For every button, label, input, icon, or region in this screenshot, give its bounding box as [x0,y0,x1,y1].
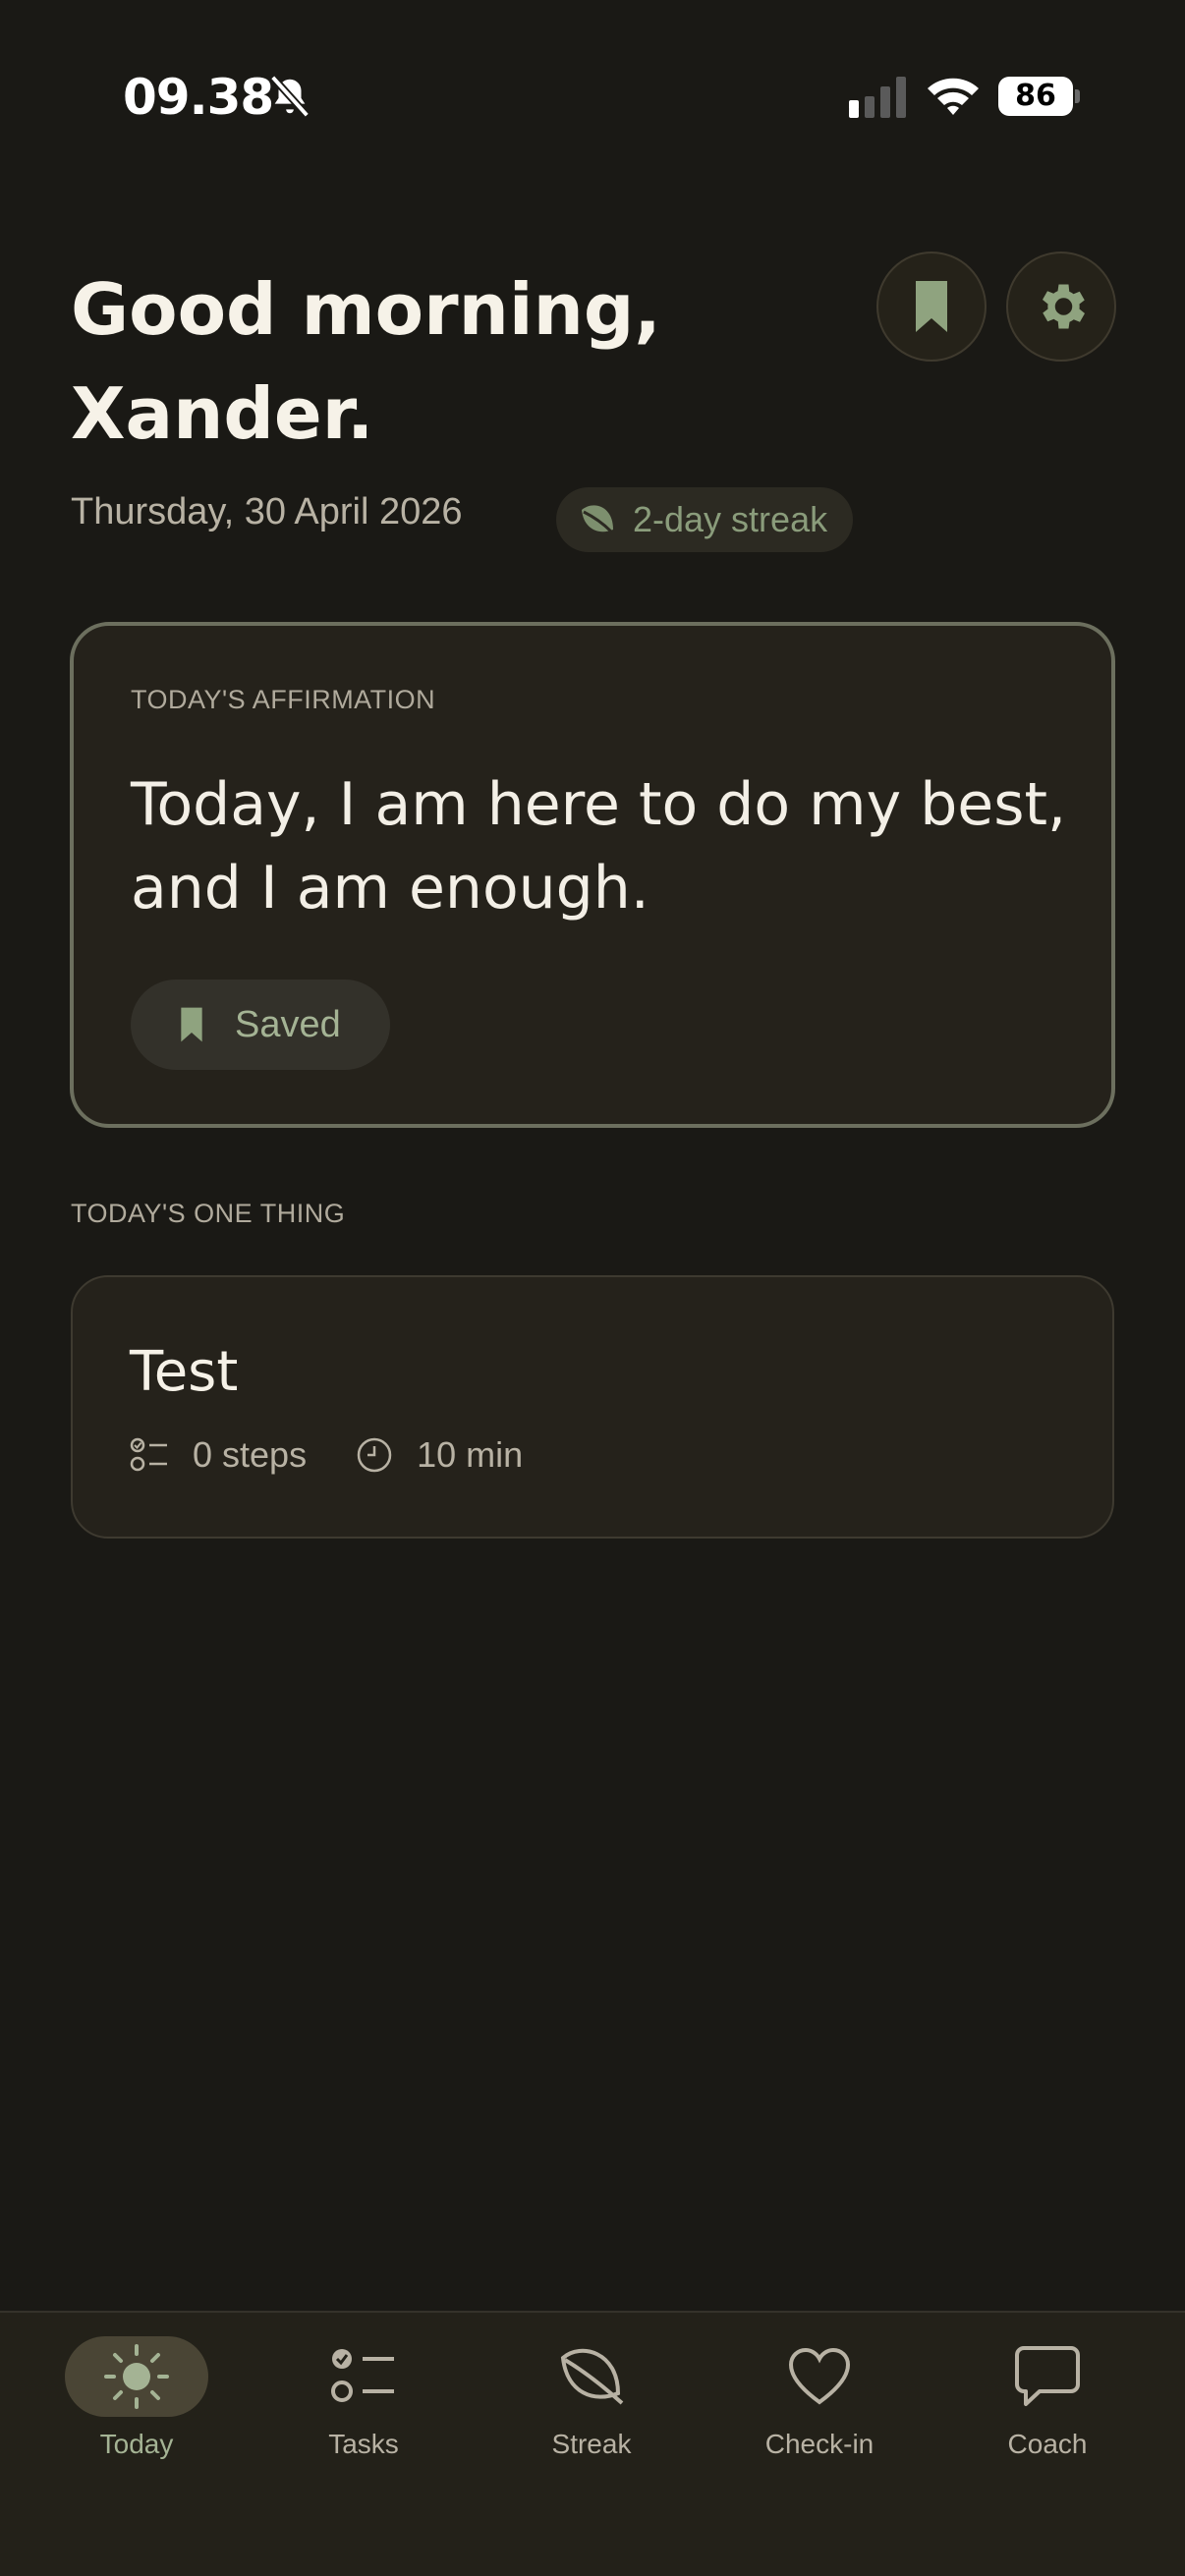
nav-tab-check-in-label: Check-in [764,2429,875,2459]
nav-tab-streak-label: Streak [551,2429,632,2459]
nav-tab-coach-label: Coach [1007,2429,1088,2459]
current-date: Thursday, 30 April 2026 [71,491,463,532]
greeting-line-2: Xander. [71,372,374,455]
task-meta: 0 steps 10 min [130,1434,572,1476]
leaf-icon [582,505,613,533]
nav-tab-coach[interactable]: Coach [949,2336,1146,2484]
task-duration-label: 10 min [417,1434,524,1475]
nav-tab-tasks-label: Tasks [328,2429,399,2459]
affirmation-section-label: TODAY'S AFFIRMATION [131,685,436,714]
bookmark-icon [916,281,947,332]
checklist-icon [130,1437,167,1472]
saved-label: Saved [235,1003,341,1045]
nav-tab-today[interactable]: Today [38,2336,235,2484]
nav-tab-today-label: Today [99,2429,174,2459]
battery-level: 86 [998,77,1073,116]
nav-tab-check-in[interactable]: Check-in [721,2336,918,2484]
status-time: 09.38 [123,69,274,126]
battery-indicator: 86 [998,77,1081,116]
gear-icon [1043,284,1085,329]
task-duration: 10 min [356,1434,523,1476]
nav-tab-tasks-icon-wrap [292,2336,435,2417]
today-screen: 09.38 86 Good morning, Xander. Thursday,… [0,0,1185,2576]
wifi-icon [928,78,979,115]
greeting-line-1: Good morning, [71,268,661,351]
checklist-icon [331,2349,394,2402]
sun-icon [104,2344,169,2409]
greeting-heading: Good morning, Xander. [71,257,857,466]
clock-icon [357,1437,392,1473]
task-steps-label: 0 steps [193,1434,308,1475]
chat-bubble-icon [1015,2346,1080,2406]
one-thing-task-card[interactable]: Test 0 steps 10 min [71,1275,1114,1539]
bell-off-icon [269,75,310,118]
settings-button[interactable] [1006,252,1116,362]
task-title: Test [130,1340,239,1404]
affirmation-card: TODAY'S AFFIRMATION Today, I am here to … [70,622,1115,1128]
task-steps: 0 steps [130,1434,307,1476]
cellular-signal-icon [849,77,906,118]
nav-tab-streak[interactable]: Streak [493,2336,690,2484]
bottom-nav: Today Tasks Streak Check-in Coach [0,2311,1185,2576]
bookmark-icon [181,1007,202,1042]
one-thing-section-label: TODAY'S ONE THING [71,1199,346,1228]
battery-nub [1075,89,1080,103]
nav-tab-today-icon-wrap [65,2336,208,2417]
nav-tab-check-in-icon-wrap [748,2336,891,2417]
nav-tab-streak-icon-wrap [520,2336,663,2417]
leaf-icon [560,2348,624,2405]
affirmation-text: Today, I am here to do my best, and I am… [131,770,1067,923]
nav-tab-tasks[interactable]: Tasks [265,2336,462,2484]
streak-badge[interactable]: 2-day streak [556,487,854,552]
streak-label: 2-day streak [633,499,828,539]
nav-tab-coach-icon-wrap [976,2336,1119,2417]
saved-button[interactable]: Saved [131,980,390,1070]
heart-icon [788,2347,851,2405]
saved-affirmations-button[interactable] [876,252,987,362]
